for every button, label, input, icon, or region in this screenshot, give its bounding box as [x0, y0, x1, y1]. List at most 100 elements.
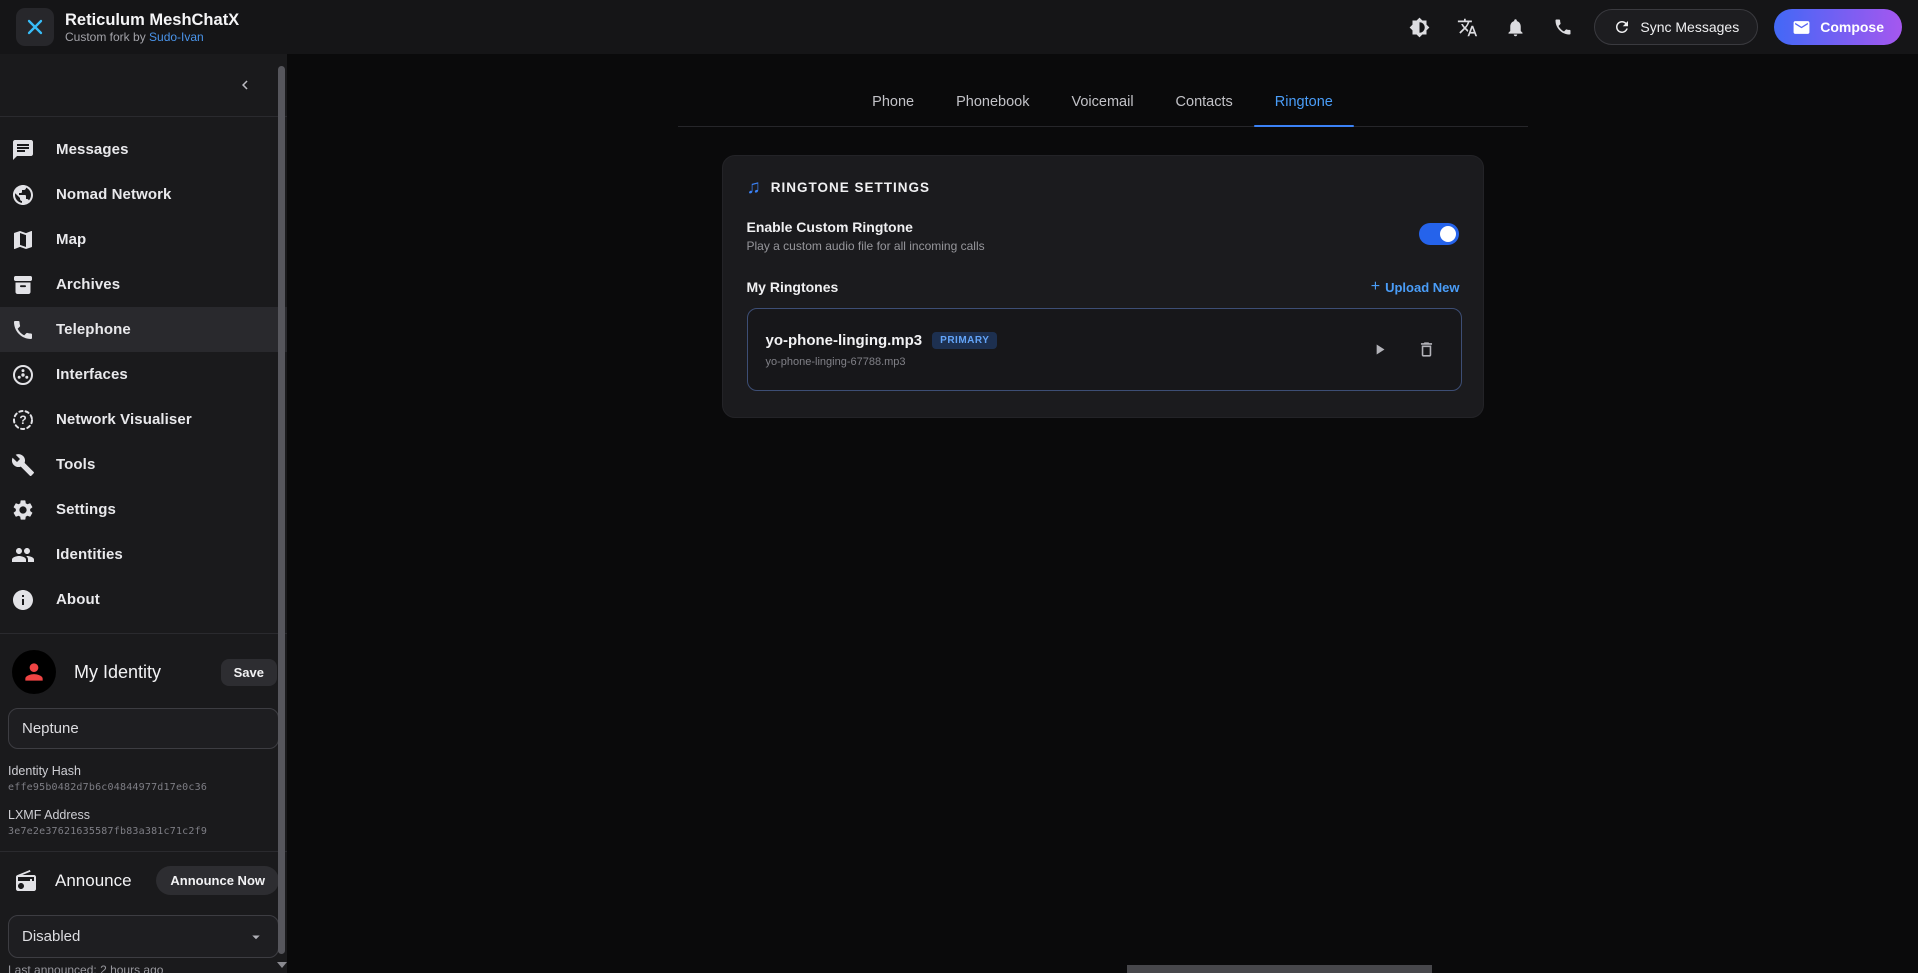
- sidebar-item-about[interactable]: About: [0, 577, 287, 622]
- bell-icon[interactable]: [1498, 10, 1532, 44]
- sidebar-item-nomad-network[interactable]: Nomad Network: [0, 172, 287, 217]
- app-title: Reticulum MeshChatX: [65, 10, 239, 30]
- sidebar-item-label: Identities: [56, 546, 123, 563]
- horizontal-scrollbar[interactable]: [1127, 965, 1432, 973]
- header-actions: Sync Messages Compose: [1402, 9, 1902, 45]
- sidebar-item-label: Tools: [56, 456, 95, 473]
- ringtone-list-item: yo-phone-linging.mp3 PRIMARY yo-phone-li…: [747, 308, 1462, 391]
- sidebar-item-label: About: [56, 591, 100, 608]
- translate-icon[interactable]: [1450, 10, 1484, 44]
- toggle-knob: [1440, 226, 1456, 242]
- upload-new-label: Upload New: [1385, 280, 1459, 295]
- my-identity-section: My Identity Save Identity Hash effe95b04…: [0, 650, 287, 837]
- ringtone-settings-card: ♫ RINGTONE SETTINGS Enable Custom Ringto…: [722, 155, 1484, 418]
- enable-custom-ringtone-row: Enable Custom Ringtone Play a custom aud…: [747, 218, 1462, 253]
- sidebar-item-interfaces[interactable]: Interfaces: [0, 352, 287, 397]
- refresh-icon: [1613, 18, 1631, 36]
- lxmf-address-label: LXMF Address: [8, 808, 279, 823]
- identity-hash-field: Identity Hash effe95b0482d7b6c04844977d1…: [8, 764, 279, 793]
- person-icon: [21, 659, 47, 685]
- trash-icon: [1417, 340, 1436, 359]
- compose-button[interactable]: Compose: [1774, 9, 1902, 45]
- chat-icon: [11, 138, 35, 162]
- sidebar-item-settings[interactable]: Settings: [0, 487, 287, 532]
- sidebar-item-label: Archives: [56, 276, 120, 293]
- my-ringtones-title: My Ringtones: [747, 279, 839, 295]
- enable-custom-ringtone-title: Enable Custom Ringtone: [747, 218, 1419, 236]
- sidebar-item-label: Nomad Network: [56, 186, 172, 203]
- gear-icon: [11, 498, 35, 522]
- collapse-sidebar-icon[interactable]: [231, 71, 259, 99]
- sidebar-item-label: Network Visualiser: [56, 411, 192, 428]
- announce-interval-select[interactable]: Disabled: [8, 915, 279, 958]
- upload-new-button[interactable]: + Upload New: [1371, 280, 1460, 295]
- sidebar-item-archives[interactable]: Archives: [0, 262, 287, 307]
- map-icon: [11, 228, 35, 252]
- play-icon: [1371, 341, 1388, 358]
- sidebar-nav: Messages Nomad Network Map Archives Tele…: [0, 117, 287, 622]
- envelope-icon: [1792, 18, 1811, 37]
- sidebar-collapse-row: [0, 54, 287, 116]
- tab-phonebook[interactable]: Phonebook: [935, 82, 1050, 126]
- sidebar-scrollbar[interactable]: [278, 66, 285, 954]
- enable-custom-ringtone-toggle[interactable]: [1419, 223, 1459, 245]
- archive-icon: [11, 273, 35, 297]
- sidebar-item-map[interactable]: Map: [0, 217, 287, 262]
- people-icon: [11, 543, 35, 567]
- play-ringtone-button[interactable]: [1368, 338, 1392, 362]
- sidebar-item-telephone[interactable]: Telephone: [0, 307, 287, 352]
- announce-label: Announce: [55, 871, 132, 891]
- top-bar: Reticulum MeshChatX Custom fork by Sudo-…: [0, 0, 1918, 54]
- enable-custom-ringtone-subtitle: Play a custom audio file for all incomin…: [747, 239, 1419, 253]
- app-subtitle: Custom fork by Sudo-Ivan: [65, 30, 239, 45]
- x-logo-icon: [25, 17, 45, 37]
- author-link[interactable]: Sudo-Ivan: [149, 30, 204, 44]
- sidebar-divider-identity: [0, 633, 287, 634]
- primary-badge: PRIMARY: [932, 332, 997, 349]
- tab-ringtone[interactable]: Ringtone: [1254, 82, 1354, 126]
- tab-contacts[interactable]: Contacts: [1155, 82, 1254, 126]
- sidebar-item-label: Settings: [56, 501, 116, 518]
- brightness-icon[interactable]: [1402, 10, 1436, 44]
- main-content: Phone Phonebook Voicemail Contacts Ringt…: [287, 54, 1918, 973]
- sidebar-item-network-visualiser[interactable]: ? Network Visualiser: [0, 397, 287, 442]
- sidebar-item-label: Interfaces: [56, 366, 128, 383]
- sidebar-item-identities[interactable]: Identities: [0, 532, 287, 577]
- sidebar-item-tools[interactable]: Tools: [0, 442, 287, 487]
- app-logo[interactable]: [16, 8, 54, 46]
- sidebar: Messages Nomad Network Map Archives Tele…: [0, 54, 287, 973]
- ringtone-settings-title: RINGTONE SETTINGS: [771, 180, 930, 195]
- announce-now-button[interactable]: Announce Now: [156, 866, 279, 895]
- save-button[interactable]: Save: [221, 659, 277, 686]
- delete-ringtone-button[interactable]: [1415, 338, 1439, 362]
- sidebar-item-label: Messages: [56, 141, 129, 158]
- identity-hash-value: effe95b0482d7b6c04844977d17e0c36: [8, 782, 279, 793]
- sidebar-scrollbar-down-arrow[interactable]: [277, 962, 287, 968]
- hub-icon: [11, 363, 35, 387]
- svg-text:?: ?: [19, 413, 26, 427]
- sync-messages-label: Sync Messages: [1640, 19, 1739, 35]
- ringtone-name: yo-phone-linging.mp3: [766, 332, 923, 349]
- compose-label: Compose: [1820, 19, 1884, 35]
- wrench-icon: [11, 453, 35, 477]
- telephone-tabs: Phone Phonebook Voicemail Contacts Ringt…: [678, 54, 1528, 127]
- lxmf-address-field: LXMF Address 3e7e2e37621635587fb83a381c7…: [8, 808, 279, 837]
- tab-phone[interactable]: Phone: [851, 82, 935, 126]
- announce-interval-value: Disabled: [22, 928, 80, 945]
- globe-icon: [11, 183, 35, 207]
- sidebar-item-messages[interactable]: Messages: [0, 127, 287, 172]
- sidebar-item-label: Map: [56, 231, 86, 248]
- my-identity-title: My Identity: [74, 662, 161, 683]
- phone-icon[interactable]: [1546, 10, 1580, 44]
- app-titles: Reticulum MeshChatX Custom fork by Sudo-…: [65, 10, 239, 45]
- radio-icon: [14, 869, 38, 893]
- last-announced-text: Last announced: 2 hours ago: [8, 963, 279, 973]
- identity-name-input[interactable]: [8, 708, 279, 749]
- sync-messages-button[interactable]: Sync Messages: [1594, 9, 1758, 45]
- avatar[interactable]: [12, 650, 56, 694]
- announce-section: Announce Announce Now: [0, 852, 287, 895]
- sidebar-item-label: Telephone: [56, 321, 131, 338]
- lxmf-address-value: 3e7e2e37621635587fb83a381c71c2f9: [8, 826, 279, 837]
- phone-icon: [11, 318, 35, 342]
- tab-voicemail[interactable]: Voicemail: [1050, 82, 1154, 126]
